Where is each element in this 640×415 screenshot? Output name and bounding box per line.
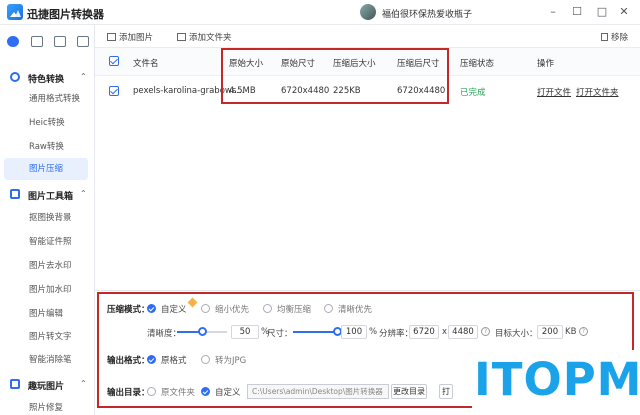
app-window: 迅捷图片转换器 福伯很环保热爱收瓶子 – ☐ □ ✕ 特色转换 ⌃ 通用格式转换… <box>0 0 640 415</box>
remove-button[interactable]: 移除 <box>601 31 628 43</box>
add-folder-label: 添加文件夹 <box>189 33 232 43</box>
sidebar-item-add-watermark[interactable]: 图片加水印 <box>29 283 72 295</box>
status-badge: 已完成 <box>460 88 486 98</box>
highlight-box-columns <box>221 48 449 104</box>
sidebar-item-remove-watermark[interactable]: 图片去水印 <box>29 259 72 271</box>
sidebar-item-heic[interactable]: Heic转换 <box>29 116 65 128</box>
sidebar-section-special[interactable]: 特色转换 ⌃ <box>0 68 95 88</box>
folder-icon <box>177 33 186 41</box>
section-label: 图片工具箱 <box>28 192 74 202</box>
add-image-icon <box>107 33 116 41</box>
avatar[interactable] <box>360 4 376 20</box>
add-image-button[interactable]: 添加图片 <box>107 31 153 43</box>
sidebar: 特色转换 ⌃ 通用格式转换 Heic转换 Raw转换 图片压缩 图片工具箱 ⌃ … <box>0 25 95 415</box>
section-label: 特色转换 <box>28 75 65 85</box>
toolbar: 添加图片 添加文件夹 移除 <box>95 25 640 47</box>
header-status: 压缩状态 <box>460 59 495 69</box>
special-icon <box>10 72 20 82</box>
sidebar-tools <box>0 25 95 59</box>
chevron-up-icon: ⌃ <box>80 72 87 81</box>
trash-icon <box>601 33 608 41</box>
header-filename: 文件名 <box>133 59 159 69</box>
toolbox-icon <box>10 189 20 199</box>
open-file-link[interactable]: 打开文件 <box>537 86 571 98</box>
chevron-up-icon: ⌃ <box>80 379 87 388</box>
remove-label: 移除 <box>611 33 629 43</box>
title-bar: 迅捷图片转换器 福伯很环保热爱收瓶子 – ☐ □ ✕ <box>0 0 640 25</box>
user-name[interactable]: 福伯很环保热爱收瓶子 <box>382 7 472 20</box>
app-logo-icon <box>7 4 23 20</box>
convert-icon[interactable] <box>31 36 43 47</box>
sidebar-item-eraser[interactable]: 智能消除笔 <box>29 353 72 365</box>
fun-icon <box>10 379 20 389</box>
app-title: 迅捷图片转换器 <box>27 8 104 21</box>
crop-icon[interactable] <box>77 36 89 47</box>
sidebar-item-ocr[interactable]: 图片转文字 <box>29 330 72 342</box>
open-folder-link[interactable]: 打开文件夹 <box>576 86 619 98</box>
image-icon[interactable] <box>54 36 66 47</box>
sidebar-item-compress[interactable]: 图片压缩 <box>4 158 88 180</box>
maximize-icon[interactable]: □ <box>594 4 610 20</box>
sidebar-item-id-photo[interactable]: 智能证件照 <box>29 235 72 247</box>
add-image-label: 添加图片 <box>119 33 154 43</box>
sidebar-item-restore[interactable]: 照片修复 <box>29 401 63 413</box>
chevron-up-icon: ⌃ <box>80 189 87 198</box>
sidebar-item-general-convert[interactable]: 通用格式转换 <box>29 92 80 104</box>
sidebar-item-edit[interactable]: 图片编辑 <box>29 307 63 319</box>
sidebar-item-raw[interactable]: Raw转换 <box>29 140 64 152</box>
header-actions: 操作 <box>537 59 555 69</box>
sidebar-section-fun[interactable]: 趣玩图片 ⌃ <box>0 375 95 395</box>
minimize-icon[interactable]: – <box>545 4 561 20</box>
watermark: ITOPM <box>472 350 640 415</box>
restore-icon[interactable]: ☐ <box>569 4 585 20</box>
close-icon[interactable]: ✕ <box>616 4 632 20</box>
row-checkbox[interactable] <box>109 86 119 96</box>
section-label: 趣玩图片 <box>28 382 65 392</box>
select-all-checkbox[interactable] <box>109 56 119 66</box>
add-folder-button[interactable]: 添加文件夹 <box>177 31 232 43</box>
sidebar-section-toolbox[interactable]: 图片工具箱 ⌃ <box>0 185 95 205</box>
watermark-text: ITOPM <box>474 353 640 406</box>
home-icon[interactable] <box>7 36 19 47</box>
sidebar-item-cutout[interactable]: 抠图换背景 <box>29 211 72 223</box>
